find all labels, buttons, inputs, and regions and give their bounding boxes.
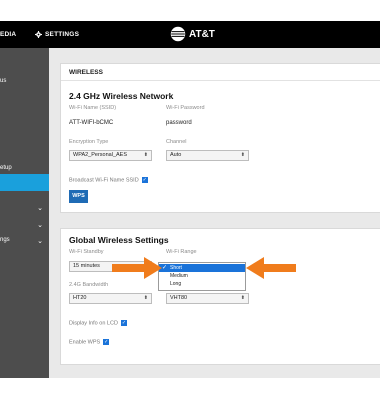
nav-settings-label: SETTINGS [45,31,80,38]
wps-button[interactable]: WPS [69,190,88,203]
nav-settings[interactable]: SETTINGS [35,21,79,48]
range-option-long[interactable]: Long [159,280,245,288]
broadcast-ssid-checkbox[interactable]: ✓ [141,177,148,183]
channel-select[interactable]: Auto ⬍ [166,150,249,161]
bandwidth-select[interactable]: HT20 ⬍ [69,293,152,304]
standby-value: 15 minutes [73,263,100,269]
enable-wps-row: Enable WPS ✓ [69,339,110,346]
main-content: WIRELESS 2.4 GHz Wireless Network Wi-Fi … [49,48,380,378]
global-wireless-panel: Global Wireless Settings Wi-Fi Standby 1… [60,228,380,365]
panel-title: WIRELESS [69,69,103,76]
section-title-global: Global Wireless Settings [69,235,169,245]
sidebar-item-setup[interactable]: etup [0,165,49,171]
encryption-value: WPA2_Personal_AES [73,152,128,158]
range-option-label: Medium [170,273,188,279]
enable-wps-checkbox[interactable]: ✓ [103,339,110,345]
select-arrows-icon: ⬍ [143,152,148,158]
channel-label: Channel [166,139,187,145]
range-option-medium[interactable]: Medium [159,272,245,280]
range-option-short[interactable]: ✓ Short [159,264,245,272]
divider [61,80,380,81]
chevron-down-icon[interactable]: ⌄ [37,237,43,245]
enable-wps-label: Enable WPS [69,339,101,346]
broadcast-ssid-row: Broadcast Wi-Fi Name SSID ✓ [69,177,148,183]
globe-icon [170,26,186,42]
display-lcd-label: Display Info on LCD [69,320,118,327]
vht-value: VHT80 [170,295,188,301]
arrow-left-icon [246,257,296,279]
select-arrows-icon: ⬍ [143,295,148,301]
password-field[interactable]: password [166,120,192,126]
arrow-right-icon [112,257,162,279]
sidebar-item-active[interactable] [0,174,49,191]
range-option-label: Short [170,265,182,271]
range-option-label: Long [170,281,182,287]
page-footer [0,378,380,400]
bandwidth-value: HT20 [73,295,87,301]
range-label: Wi-Fi Range [166,249,197,255]
section-title-24ghz: 2.4 GHz Wireless Network [69,91,174,101]
range-dropdown-list[interactable]: ✓ Short Medium Long [158,262,246,291]
chevron-down-icon[interactable]: ⌄ [37,221,43,229]
ssid-field[interactable]: ATT-WIFI-bCMC [69,120,113,126]
select-arrows-icon: ⬍ [240,295,245,301]
brand-name: AT&T [189,28,215,40]
ssid-label: Wi-Fi Name (SSID) [69,105,117,111]
select-arrows-icon: ⬍ [240,152,245,158]
broadcast-ssid-label: Broadcast Wi-Fi Name SSID [69,177,139,184]
sidebar-item-status[interactable]: us [0,78,49,84]
att-logo: AT&T [170,26,215,42]
gear-icon [35,31,42,38]
check-icon: ✓ [162,265,168,271]
display-lcd-row: Display Info on LCD ✓ [69,320,127,326]
password-label: Wi-Fi Password [166,105,205,111]
bandwidth-label: 2.4G Bandwidth [69,282,109,288]
encryption-label: Encryption Type [69,139,109,145]
wireless-panel: WIRELESS 2.4 GHz Wireless Network Wi-Fi … [60,63,380,213]
standby-label: Wi-Fi Standby [69,249,104,255]
channel-value: Auto [170,152,182,158]
vht-select[interactable]: VHT80 ⬍ [166,293,249,304]
encryption-select[interactable]: WPA2_Personal_AES ⬍ [69,150,152,161]
display-lcd-checkbox[interactable]: ✓ [120,320,127,326]
chevron-down-icon[interactable]: ⌄ [37,204,43,212]
nav-media[interactable]: EDIA [0,21,16,48]
sidebar: us etup ⌄ ⌄ ngs ⌄ [0,48,49,378]
top-navigation-bar: EDIA SETTINGS AT&T [0,21,380,48]
